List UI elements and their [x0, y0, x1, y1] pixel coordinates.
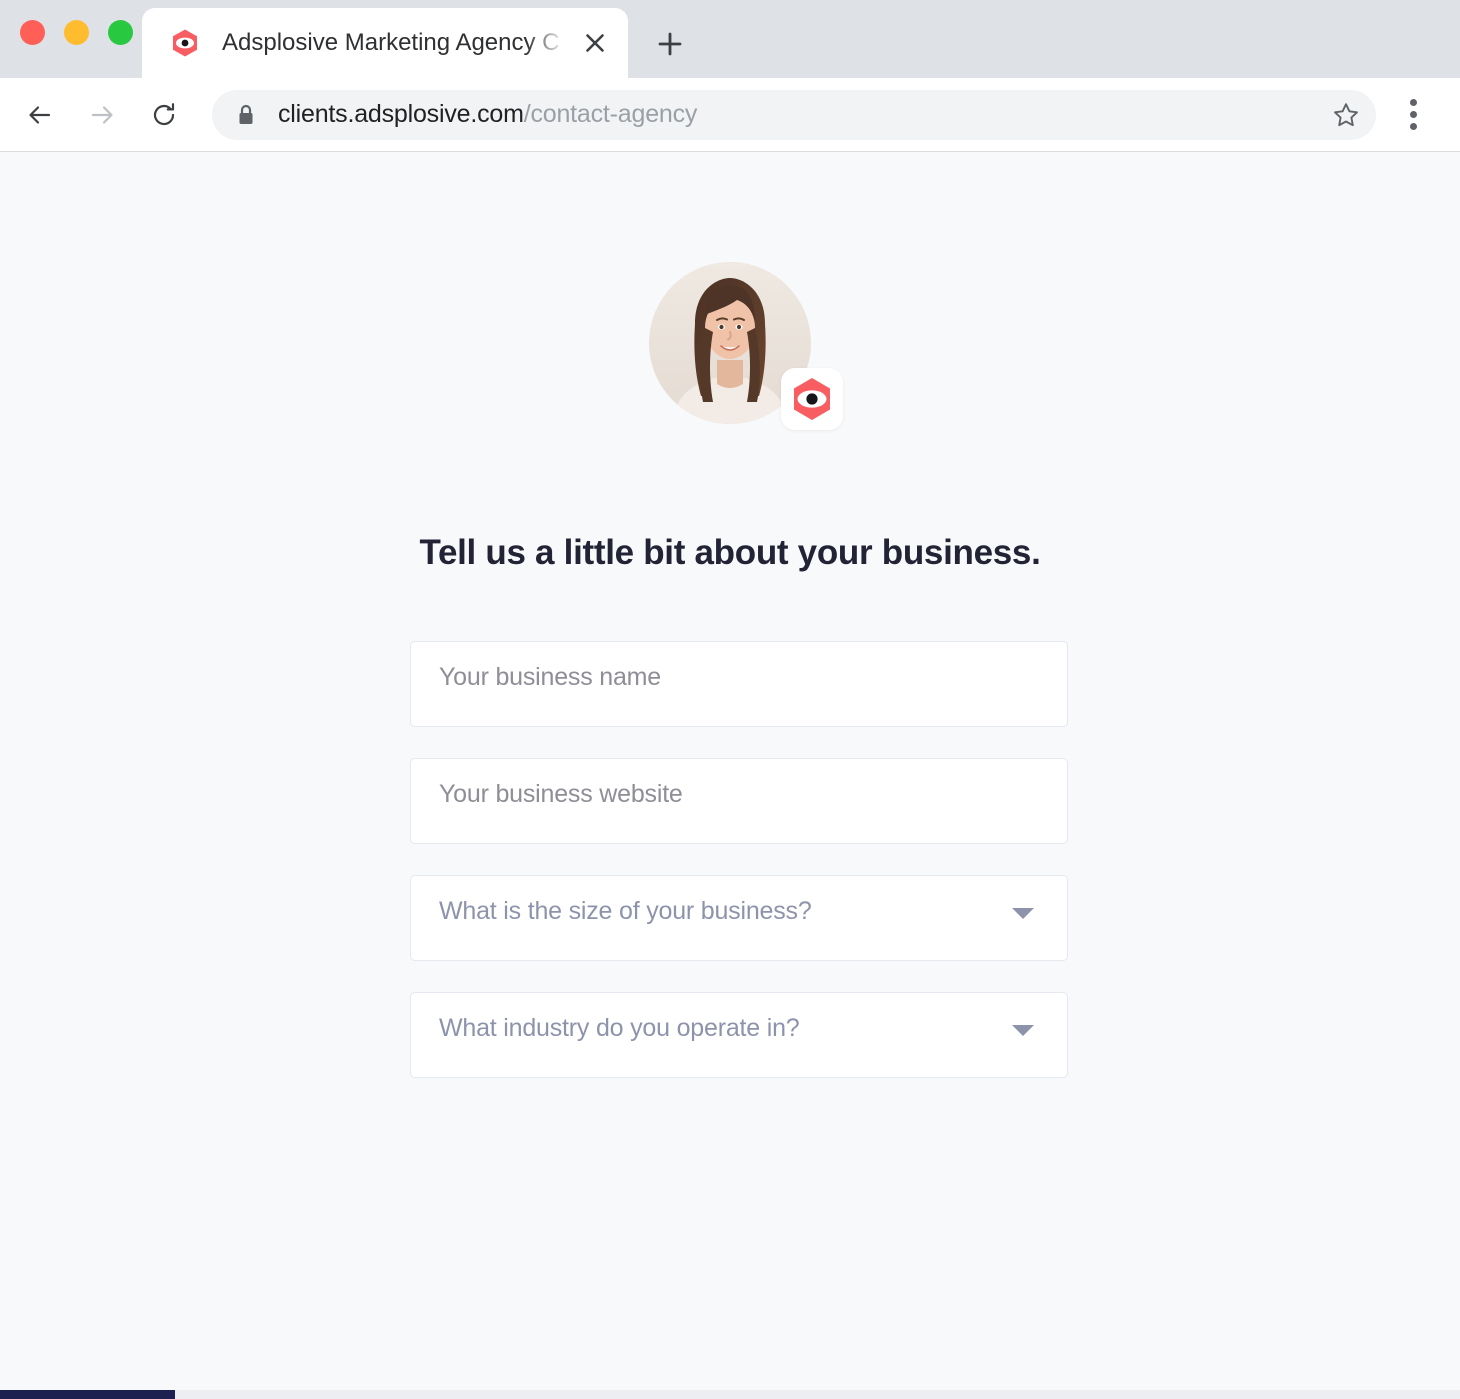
arrow-right-icon	[87, 100, 117, 130]
reload-button[interactable]	[138, 89, 190, 141]
chevron-down-icon	[1012, 908, 1034, 919]
browser-tab-title: Adsplosive Marketing Agency C	[222, 26, 572, 60]
browser-toolbar: clients.adsplosive.com/contact-agency	[0, 78, 1460, 152]
business-website-placeholder: Your business website	[439, 782, 683, 807]
business-industry-select[interactable]: What industry do you operate in?	[410, 992, 1068, 1078]
new-tab-button[interactable]	[645, 22, 695, 66]
window-close-button[interactable]	[20, 20, 45, 45]
business-website-input[interactable]: Your business website	[410, 758, 1068, 844]
window-traffic-lights	[20, 20, 133, 45]
browser-chrome: Adsplosive Marketing Agency C	[0, 0, 1460, 152]
address-bar[interactable]: clients.adsplosive.com/contact-agency	[212, 90, 1376, 140]
page-content: Tell us a little bit about your business…	[0, 152, 1460, 1399]
tab-close-icon[interactable]	[572, 20, 618, 66]
business-name-input[interactable]: Your business name	[410, 641, 1068, 727]
back-button[interactable]	[14, 89, 66, 141]
lock-icon	[236, 103, 256, 127]
url-host: clients.adsplosive.com	[278, 100, 524, 128]
tab-strip: Adsplosive Marketing Agency C	[0, 0, 1460, 78]
avatar-wrap	[649, 262, 811, 424]
browser-tab-title-wrap: Adsplosive Marketing Agency C	[222, 26, 572, 60]
kebab-dot	[1410, 99, 1417, 106]
adsplosive-hexagon-eye-icon	[170, 28, 200, 58]
kebab-dot	[1410, 123, 1417, 130]
business-industry-placeholder: What industry do you operate in?	[439, 1016, 799, 1041]
page-title: Tell us a little bit about your business…	[0, 533, 1460, 573]
browser-tab-active[interactable]: Adsplosive Marketing Agency C	[142, 8, 628, 78]
window-maximize-button[interactable]	[108, 20, 133, 45]
business-size-select[interactable]: What is the size of your business?	[410, 875, 1068, 961]
arrow-left-icon	[25, 100, 55, 130]
business-size-placeholder: What is the size of your business?	[439, 899, 812, 924]
star-icon	[1332, 101, 1360, 129]
avatar-brand-badge	[781, 368, 843, 430]
chevron-down-icon	[1012, 1025, 1034, 1036]
plus-icon	[657, 31, 683, 57]
address-bar-url: clients.adsplosive.com/contact-agency	[278, 100, 1322, 129]
url-path: /contact-agency	[524, 100, 698, 128]
tab-title-fade	[526, 26, 572, 60]
progress-bar-fill	[0, 1390, 175, 1399]
business-info-form: Your business name Your business website…	[410, 641, 1068, 1109]
bookmark-button[interactable]	[1322, 91, 1370, 139]
window-minimize-button[interactable]	[64, 20, 89, 45]
browser-menu-button[interactable]	[1390, 89, 1436, 141]
progress-bar-track	[0, 1390, 1460, 1399]
avatar-block	[0, 262, 1460, 424]
reload-icon	[149, 100, 179, 130]
kebab-dot	[1410, 111, 1417, 118]
adsplosive-hexagon-eye-logo	[788, 375, 836, 423]
business-name-placeholder: Your business name	[439, 665, 661, 690]
forward-button[interactable]	[76, 89, 128, 141]
